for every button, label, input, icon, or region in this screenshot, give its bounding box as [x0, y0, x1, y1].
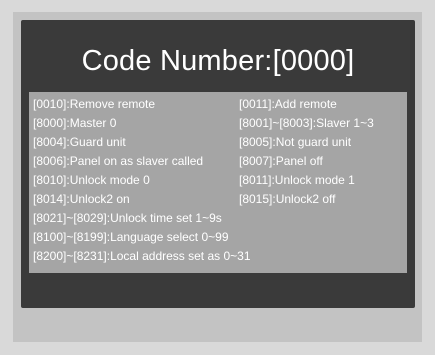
- code-number-title: Code Number:[0000]: [81, 45, 355, 77]
- code-item-panel-off: [8007]:Panel off: [239, 154, 323, 168]
- code-item-unlock2-off: [8015]:Unlock2 off: [239, 192, 336, 206]
- code-row: [0010]:Remove remote [0011]:Add remote: [33, 95, 405, 113]
- code-item-guard-unit: [8004]:Guard unit: [33, 135, 126, 149]
- code-item-unlock-time: [8021]~[8029]:Unlock time set 1~9s: [33, 211, 222, 225]
- code-item-master: [8000]:Master 0: [33, 116, 117, 130]
- code-row: [8014]:Unlock2 on [8015]:Unlock2 off: [33, 190, 405, 208]
- code-item-language-select: [8100]~[8199]:Language select 0~99: [33, 230, 229, 244]
- code-item-panel-on: [8006]:Panel on as slaver called: [33, 154, 204, 168]
- code-row: [8100]~[8199]:Language select 0~99: [33, 228, 405, 246]
- code-item-unlock-mode-1: [8011]:Unlock mode 1: [239, 173, 355, 187]
- device-frame: Code Number:[0000] [0010]:Remove remote …: [13, 12, 422, 342]
- display-screen: Code Number:[0000] [0010]:Remove remote …: [21, 20, 415, 308]
- code-item-not-guard-unit: [8005]:Not guard unit: [239, 135, 352, 149]
- code-item-remove-remote: [0010]:Remove remote: [33, 97, 156, 111]
- code-row: [8010]:Unlock mode 0 [8011]:Unlock mode …: [33, 171, 405, 189]
- code-row: [8006]:Panel on as slaver called [8007]:…: [33, 152, 405, 170]
- code-item-unlock2-on: [8014]:Unlock2 on: [33, 192, 130, 206]
- code-list-panel: [0010]:Remove remote [0011]:Add remote […: [29, 92, 407, 273]
- code-row: [8021]~[8029]:Unlock time set 1~9s: [33, 209, 405, 227]
- code-row: [8200]~[8231]:Local address set as 0~31: [33, 247, 405, 265]
- code-row: [8000]:Master 0 [8001]~[8003]:Slaver 1~3: [33, 114, 405, 132]
- code-item-add-remote: [0011]:Add remote: [239, 97, 337, 111]
- code-item-slaver: [8001]~[8003]:Slaver 1~3: [239, 116, 374, 130]
- code-row: [8004]:Guard unit [8005]:Not guard unit: [33, 133, 405, 151]
- code-item-local-address: [8200]~[8231]:Local address set as 0~31: [33, 249, 251, 263]
- code-item-unlock-mode-0: [8010]:Unlock mode 0: [33, 173, 150, 187]
